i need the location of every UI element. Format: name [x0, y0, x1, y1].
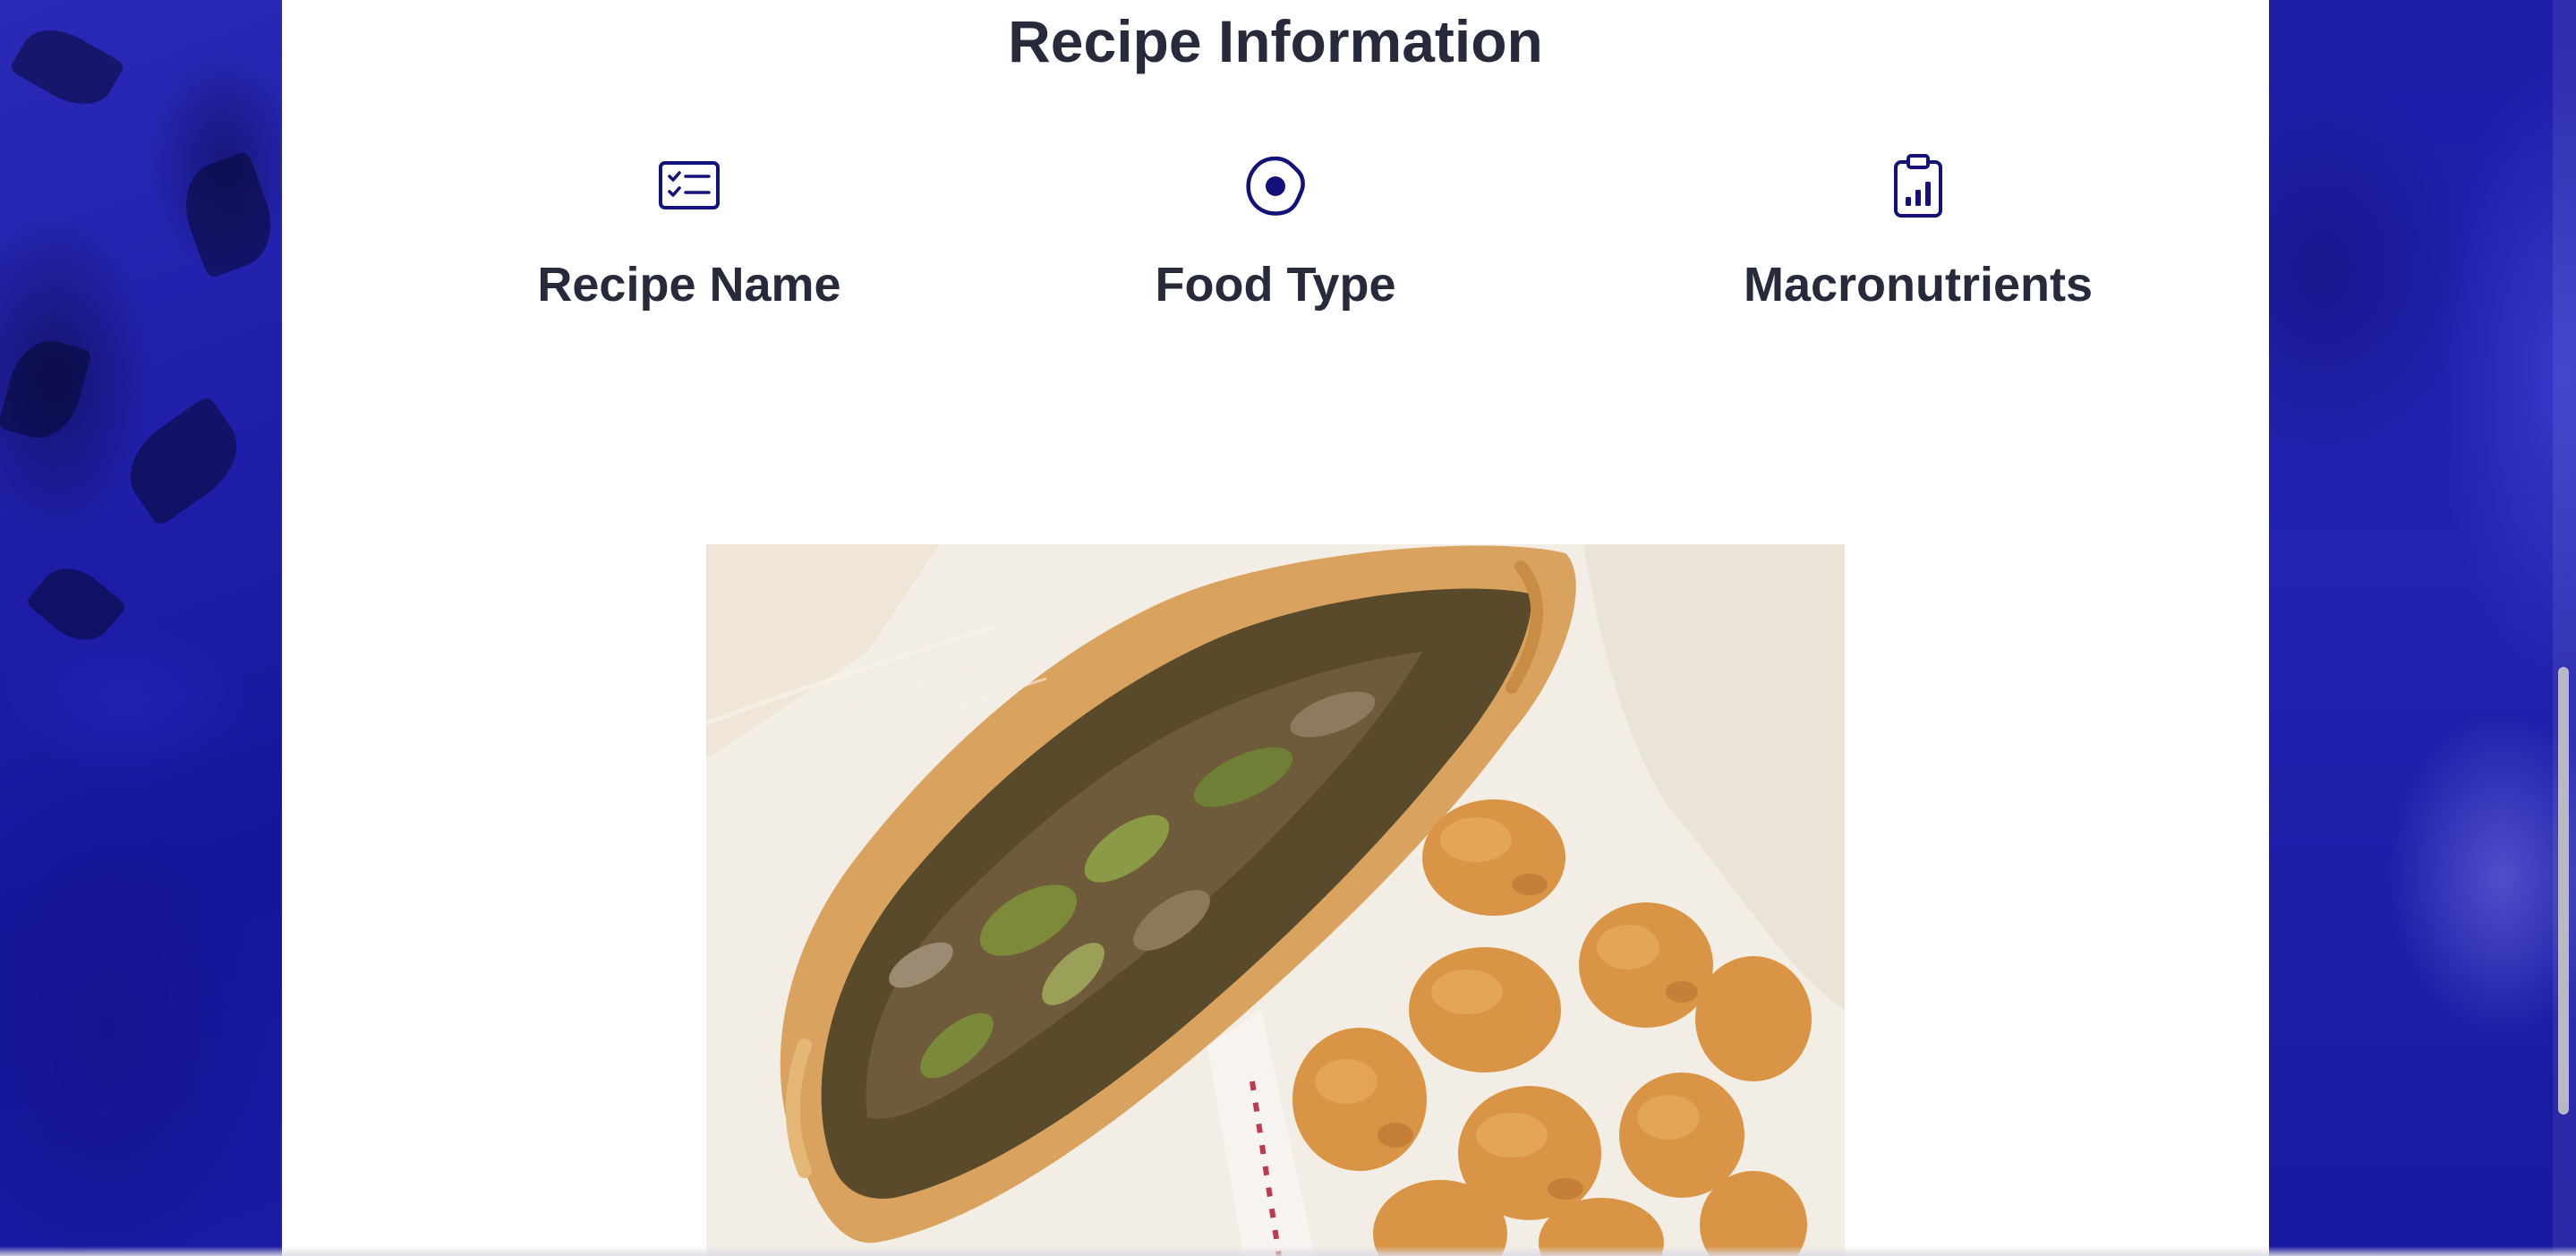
feature-label: Macronutrients — [1743, 258, 2094, 312]
feature-label: Food Type — [1155, 258, 1396, 312]
fried-egg-icon — [1246, 156, 1305, 216]
leaf-decoration — [0, 332, 92, 447]
recipe-info-section: Recipe Information Recipe Name Food Type… — [282, 0, 2269, 1256]
right-background-panel — [2269, 0, 2576, 1256]
food-photo — [706, 544, 1845, 1256]
feature-recipe-name: Recipe Name — [465, 152, 913, 313]
clipboard-chart-icon — [1894, 154, 1942, 218]
cheesesteak-tots-image — [706, 544, 1845, 1256]
section-title: Recipe Information — [1008, 8, 1543, 74]
feature-label: Recipe Name — [537, 258, 841, 312]
leaf-decoration — [25, 554, 127, 654]
leaf-decoration — [172, 150, 282, 279]
scrollbar-thumb[interactable] — [2558, 667, 2569, 1115]
checklist-card-icon — [659, 161, 720, 209]
left-background-panel — [0, 0, 282, 1256]
feature-food-type: Food Type — [1052, 152, 1499, 313]
leaf-decoration — [112, 394, 255, 528]
page-scrollbar[interactable] — [2553, 0, 2576, 1256]
feature-macronutrients: Macronutrients — [1694, 152, 2142, 313]
window-bottom-edge — [0, 1246, 2576, 1256]
leaf-decoration — [8, 15, 126, 119]
